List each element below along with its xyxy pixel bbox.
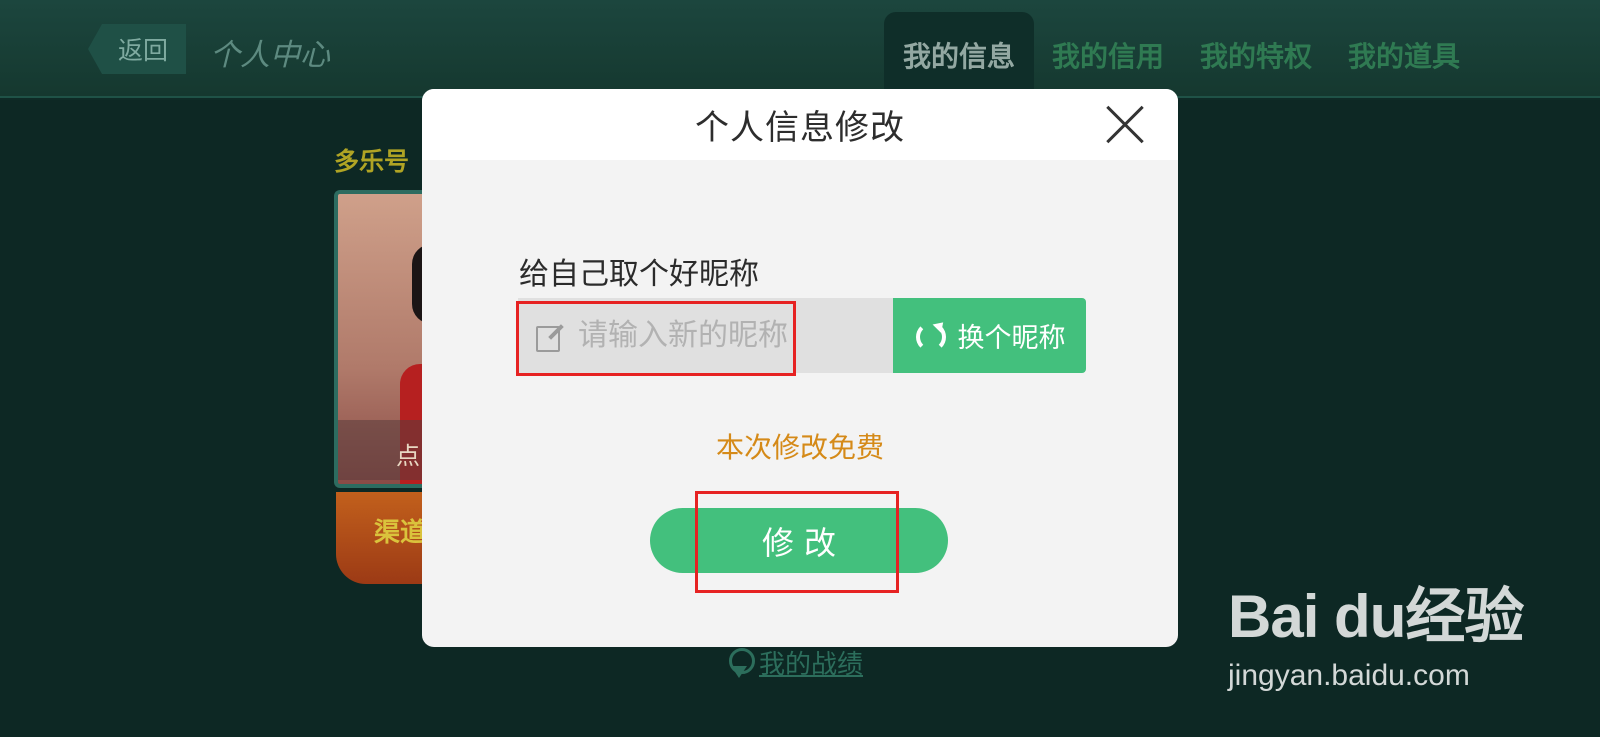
annotation-box-input [516, 301, 796, 376]
my-record-link[interactable]: 我的战绩 [727, 644, 863, 681]
watermark-brand: Bai du经验 [1228, 583, 1524, 650]
nickname-prompt: 给自己取个好昵称 [519, 257, 759, 292]
baidu-watermark: Bai du经验 jingyan.baidu.com [1228, 568, 1588, 708]
tab-my-credit[interactable]: 我的信用 [1034, 12, 1182, 98]
page-title: 个人中心 [210, 38, 330, 73]
change-nickname-label: 换个昵称 [957, 323, 1066, 354]
top-bar: 返回 个人中心 我的信息 我的信用 我的特权 我的道具 [0, 0, 1600, 98]
refresh-icon [914, 320, 946, 352]
change-nickname-button[interactable]: 换个昵称 [893, 298, 1086, 373]
avatar-card[interactable]: 点 [334, 190, 434, 488]
tab-my-privileges[interactable]: 我的特权 [1182, 12, 1330, 98]
channel-banner: 渠道 [336, 492, 432, 584]
duole-id-label: 多乐号 [334, 147, 410, 176]
dialog-header: 个人信息修改 [422, 89, 1178, 160]
medal-icon [727, 647, 755, 678]
tab-my-info[interactable]: 我的信息 [884, 12, 1034, 98]
tab-my-items[interactable]: 我的道具 [1330, 12, 1478, 98]
annotation-box-submit [695, 491, 899, 593]
back-button[interactable]: 返回 [88, 24, 186, 74]
tab-bar: 我的信息 我的信用 我的特权 我的道具 [884, 12, 1478, 98]
watermark-url: jingyan.baidu.com [1228, 659, 1470, 692]
avatar-caption: 点 [338, 420, 434, 480]
free-change-note: 本次修改免费 [715, 431, 884, 464]
my-record-label: 我的战绩 [759, 650, 864, 680]
close-icon[interactable] [1106, 105, 1144, 143]
dialog-title: 个人信息修改 [695, 108, 905, 148]
